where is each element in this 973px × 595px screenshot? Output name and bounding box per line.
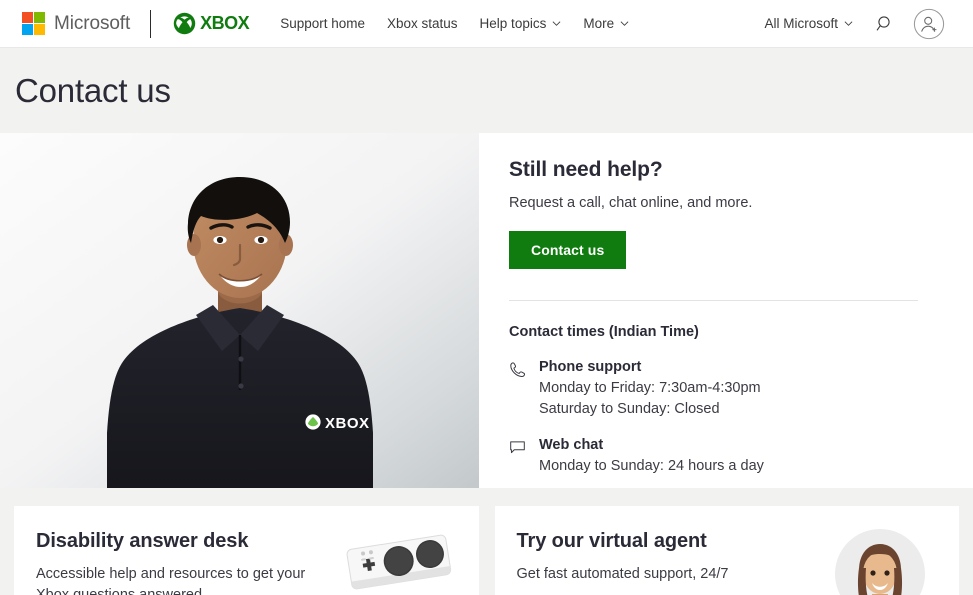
nav-item-label: Xbox status [387,16,458,31]
xbox-adaptive-controller-icon [342,526,457,595]
microsoft-logo-link[interactable]: Microsoft [22,12,130,35]
nav-item-label: Help topics [480,16,547,31]
virtual-agent-avatar [822,526,937,595]
microsoft-wordmark: Microsoft [54,13,130,35]
primary-navigation: Support home Xbox status Help topics Mor… [269,10,640,37]
nav-item-support-home[interactable]: Support home [269,10,376,37]
contact-method-line: Saturday to Sunday: Closed [539,399,761,420]
search-button[interactable] [863,2,907,46]
all-microsoft-label: All Microsoft [764,16,838,31]
chevron-down-icon [844,19,853,28]
promo-cards-strip: Disability answer desk Accessible help a… [0,488,973,595]
chat-bubble-icon [509,437,528,477]
still-need-help-subtext: Request a call, chat online, and more. [509,195,939,211]
section-divider [509,300,918,301]
contact-us-button[interactable]: Contact us [509,231,626,269]
xbox-wordmark: XBOX [200,13,249,34]
contact-method-webchat: Web chat Monday to Sunday: 24 hours a da… [509,437,939,477]
nav-item-xbox-status[interactable]: Xbox status [376,10,469,37]
page-title-banner: Contact us [0,48,973,133]
microsoft-logo-icon [22,12,45,35]
contact-method-phone: Phone support Monday to Friday: 7:30am-4… [509,359,939,419]
hero-content-panel: Still need help? Request a call, chat on… [479,133,973,488]
card-subtitle: Accessible help and resources to get you… [36,564,336,595]
contact-method-line: Monday to Sunday: 24 hours a day [539,456,764,477]
global-header: Microsoft XBOX Support home Xbox status … [0,0,973,48]
svg-text:XBOX: XBOX [325,415,370,432]
phone-icon [509,359,528,419]
nav-item-label: Support home [280,16,365,31]
xbox-logo-link[interactable]: XBOX [173,12,249,35]
xbox-sphere-icon [173,12,196,35]
contact-times-heading: Contact times (Indian Time) [509,324,939,340]
header-utility-area: All Microsoft [754,2,951,46]
search-icon [875,14,895,34]
card-title: Disability answer desk [36,530,342,553]
contact-method-title: Phone support [539,359,761,375]
support-agent-image: XBOX [0,133,479,488]
nav-item-label: More [583,16,614,31]
still-need-help-heading: Still need help? [509,158,939,182]
contact-method-title: Web chat [539,437,764,453]
card-virtual-agent[interactable]: Try our virtual agent Get fast automated… [495,506,960,595]
hero-section: XBOX Still need help? Request a call, ch… [0,133,973,488]
card-subtitle: Get fast automated support, 24/7 [517,564,817,585]
support-agent-illustration: XBOX [0,133,479,488]
card-title: Try our virtual agent [517,530,823,553]
account-person-add-icon [913,8,945,40]
chevron-down-icon [620,19,629,28]
chevron-down-icon [552,19,561,28]
nav-item-more[interactable]: More [572,10,640,37]
header-divider [150,10,151,38]
page-title: Contact us [15,72,171,110]
contact-method-line: Monday to Friday: 7:30am-4:30pm [539,378,761,399]
account-button[interactable] [907,2,951,46]
card-disability-answer-desk[interactable]: Disability answer desk Accessible help a… [14,506,479,595]
nav-item-help-topics[interactable]: Help topics [469,10,573,37]
all-microsoft-menu[interactable]: All Microsoft [754,10,863,37]
